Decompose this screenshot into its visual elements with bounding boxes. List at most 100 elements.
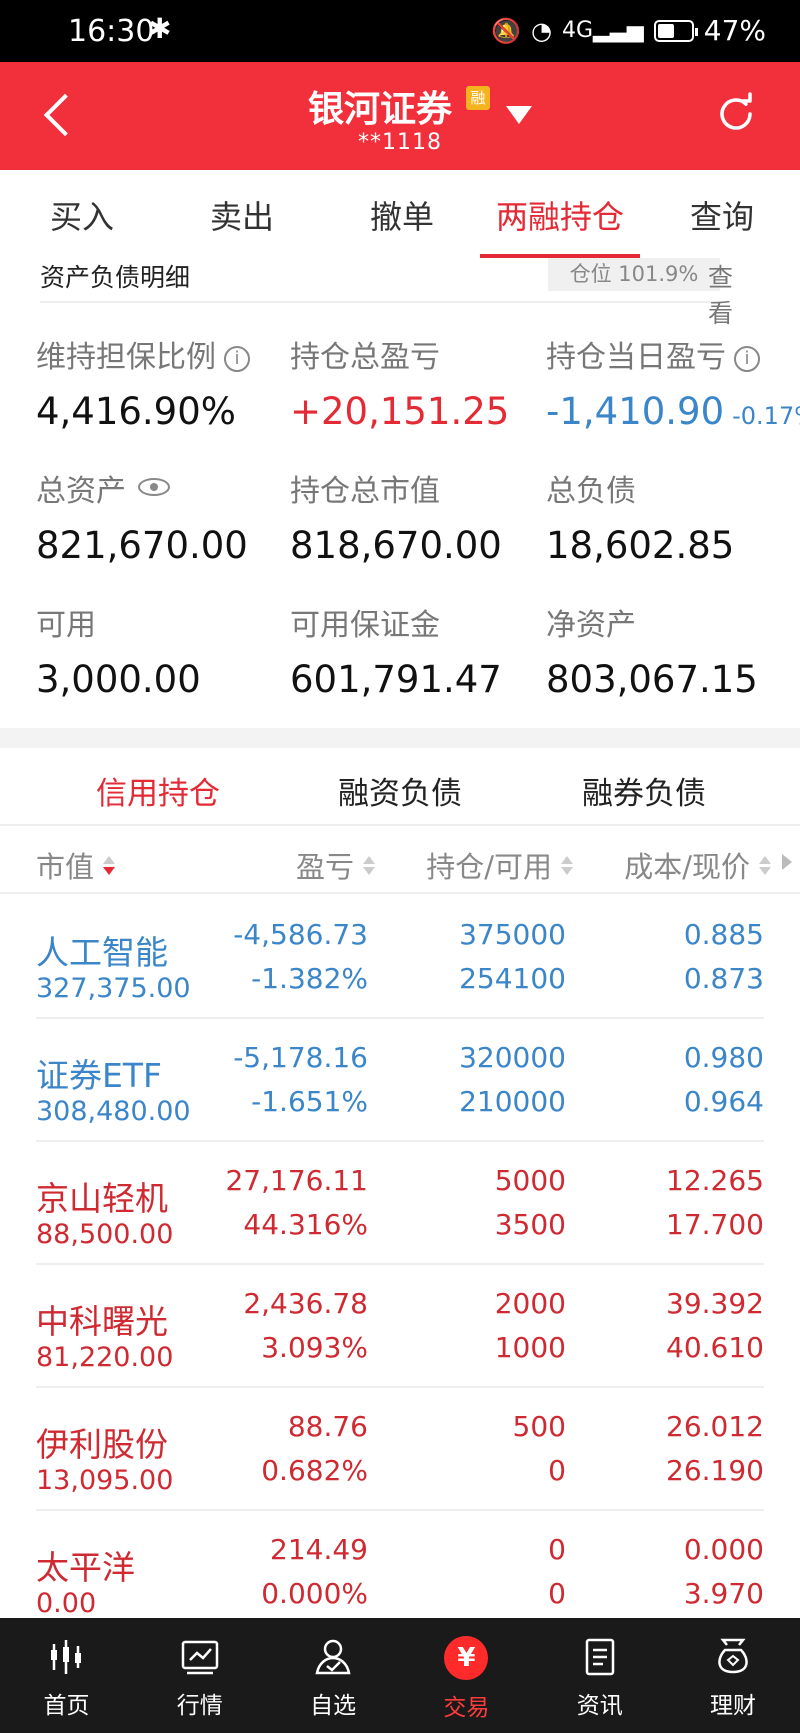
nav-label: 交易 [443, 1695, 490, 1721]
scroll-right-icon[interactable] [782, 854, 792, 870]
stock-pl: 27,176.11 [225, 1164, 368, 1197]
column-position-available[interactable]: 持仓/可用 [426, 844, 574, 886]
stock-price: 3.970 [683, 1577, 764, 1610]
tab-financing-liabilities[interactable]: 融资负债 [338, 768, 462, 813]
refresh-button[interactable] [714, 92, 758, 136]
tab-credit-holdings[interactable]: 信用持仓 [96, 768, 220, 813]
tab-securities-lending-liabilities[interactable]: 融券负债 [582, 768, 706, 813]
stock-pl-percent: -1.382% [251, 962, 368, 995]
broker-title[interactable]: 银河证券 [308, 80, 452, 132]
column-label: 市值 [36, 850, 95, 884]
sort-icon [102, 856, 116, 876]
stock-pl-percent: 3.093% [261, 1331, 368, 1364]
stock-name: 证券ETF [36, 1056, 162, 1095]
stock-pl: -5,178.16 [233, 1041, 368, 1074]
nav-item-3[interactable]: ¥ 交易 [400, 1618, 533, 1733]
metric-net-assets: 净资产 803,067.15 [546, 600, 758, 701]
signal-icon: 4G▂▃▅ [561, 18, 644, 43]
battery-percent: 47% [703, 14, 766, 47]
yuan-icon: ¥ [444, 1636, 489, 1680]
chevron-down-icon[interactable] [506, 106, 532, 124]
metric-value: 803,067.15 [546, 658, 758, 701]
nav-item-5[interactable]: 理财 [667, 1618, 800, 1733]
stock-pl-percent: -1.651% [251, 1085, 368, 1118]
nav-label: 自选 [310, 1693, 357, 1719]
stock-market-value: 327,375.00 [36, 973, 191, 1004]
stock-position: 2000 [494, 1287, 566, 1320]
refresh-icon [720, 92, 752, 130]
stock-price: 0.964 [683, 1085, 764, 1118]
nav-item-2[interactable]: 自选 [267, 1618, 400, 1733]
metric-label: 净资产 [546, 608, 636, 643]
table-row[interactable]: 人工智能 327,375.00 -4,586.73 -1.382% 375000… [0, 896, 800, 1019]
battery-icon [653, 19, 698, 42]
stock-market-value: 88,500.00 [36, 1219, 174, 1250]
stock-name: 京山轻机 [36, 1179, 168, 1218]
nav-item-4[interactable]: 资讯 [533, 1618, 666, 1733]
info-icon[interactable]: i [224, 346, 250, 372]
column-market-value[interactable]: 市值 [36, 844, 116, 886]
user-check-icon [267, 1636, 400, 1678]
metric-value: 18,602.85 [546, 524, 735, 567]
battery-fill [657, 23, 674, 38]
table-row[interactable]: 太平洋 0.00 214.49 0.000% 0 0 0.000 3.970 [0, 1511, 800, 1634]
metric-total-liabilities: 总负债 18,602.85 [546, 466, 734, 567]
asset-detail-label: 资产负债明细 [40, 263, 191, 292]
metric-market-value: 持仓总市值 818,670.00 [290, 466, 502, 567]
table-row[interactable]: 中科曙光 81,220.00 2,436.78 3.093% 2000 1000… [0, 1265, 800, 1388]
stock-position: 320000 [459, 1041, 566, 1074]
stock-available: 254100 [459, 962, 566, 995]
nav-item-0[interactable]: 首页 [0, 1618, 133, 1733]
eye-icon[interactable] [138, 478, 170, 496]
back-button[interactable] [38, 90, 78, 140]
holding-subtabs: 信用持仓 融资负债 融券负债 [0, 748, 800, 826]
stock-available: 0 [548, 1454, 566, 1487]
tab-query[interactable]: 查询 [690, 192, 754, 238]
candlestick-icon [0, 1636, 133, 1678]
metric-maintenance-ratio: 维持担保比例 i 4,416.90% [36, 332, 250, 433]
table-row[interactable]: 证券ETF 308,480.00 -5,178.16 -1.651% 32000… [0, 1019, 800, 1142]
nav-item-1[interactable]: 行情 [133, 1618, 266, 1733]
tab-sell[interactable]: 卖出 [210, 192, 274, 238]
stock-price: 17.700 [666, 1208, 764, 1241]
nav-label: 首页 [43, 1693, 90, 1719]
metric-value: +20,151.25 [290, 390, 510, 433]
metric-label: 总负债 [546, 474, 636, 509]
column-label: 盈亏 [295, 850, 354, 884]
chart-icon [133, 1636, 266, 1678]
tab-margin-holdings[interactable]: 两融持仓 [496, 192, 624, 238]
tab-buy[interactable]: 买入 [50, 192, 114, 238]
table-row[interactable]: 京山轻机 88,500.00 27,176.11 44.316% 5000 35… [0, 1142, 800, 1265]
stock-cost: 26.012 [666, 1410, 764, 1443]
tab-cancel[interactable]: 撤单 [370, 192, 434, 238]
column-cost-price[interactable]: 成本/现价 [624, 844, 772, 886]
nav-label: 资讯 [576, 1693, 623, 1719]
asset-detail-row: 资产负债明细 仓位 101.9% 查看 [40, 258, 733, 328]
trade-tabs: 买入 卖出 撤单 两融持仓 查询 [0, 170, 800, 258]
column-pl[interactable]: 盈亏 [296, 844, 376, 886]
section-divider [0, 728, 800, 748]
bluetooth-icon: ✱ [148, 12, 172, 45]
margin-badge: 融 [466, 86, 490, 110]
metric-change-percent: -0.17% [732, 402, 800, 430]
status-bar: 16:30 ✱ 🔕 ◔ 4G▂▃▅ 47% [0, 0, 800, 62]
bottom-navigation: 首页 行情 自选 ¥ 交易 资讯 理财 [0, 1618, 800, 1733]
metric-label: 持仓总盈亏 [290, 340, 440, 375]
document-icon [533, 1636, 666, 1678]
sort-icon [362, 856, 376, 876]
stock-pl-percent: 44.316% [243, 1208, 368, 1241]
stock-name: 人工智能 [36, 933, 168, 972]
stock-position: 375000 [459, 918, 566, 951]
stock-position: 5000 [494, 1164, 566, 1197]
view-link[interactable]: 查看 [708, 258, 733, 330]
sort-icon [560, 856, 574, 876]
nav-label: 理财 [710, 1693, 756, 1719]
stock-price: 26.190 [666, 1454, 764, 1487]
stock-price: 40.610 [666, 1331, 764, 1364]
table-row[interactable]: 伊利股份 13,095.00 88.76 0.682% 500 0 26.012… [0, 1388, 800, 1511]
stock-position: 500 [512, 1410, 566, 1443]
stock-pl: -4,586.73 [233, 918, 368, 951]
metric-available-margin: 可用保证金 601,791.47 [290, 600, 502, 701]
info-icon[interactable]: i [734, 346, 760, 372]
stock-cost: 12.265 [666, 1164, 764, 1197]
